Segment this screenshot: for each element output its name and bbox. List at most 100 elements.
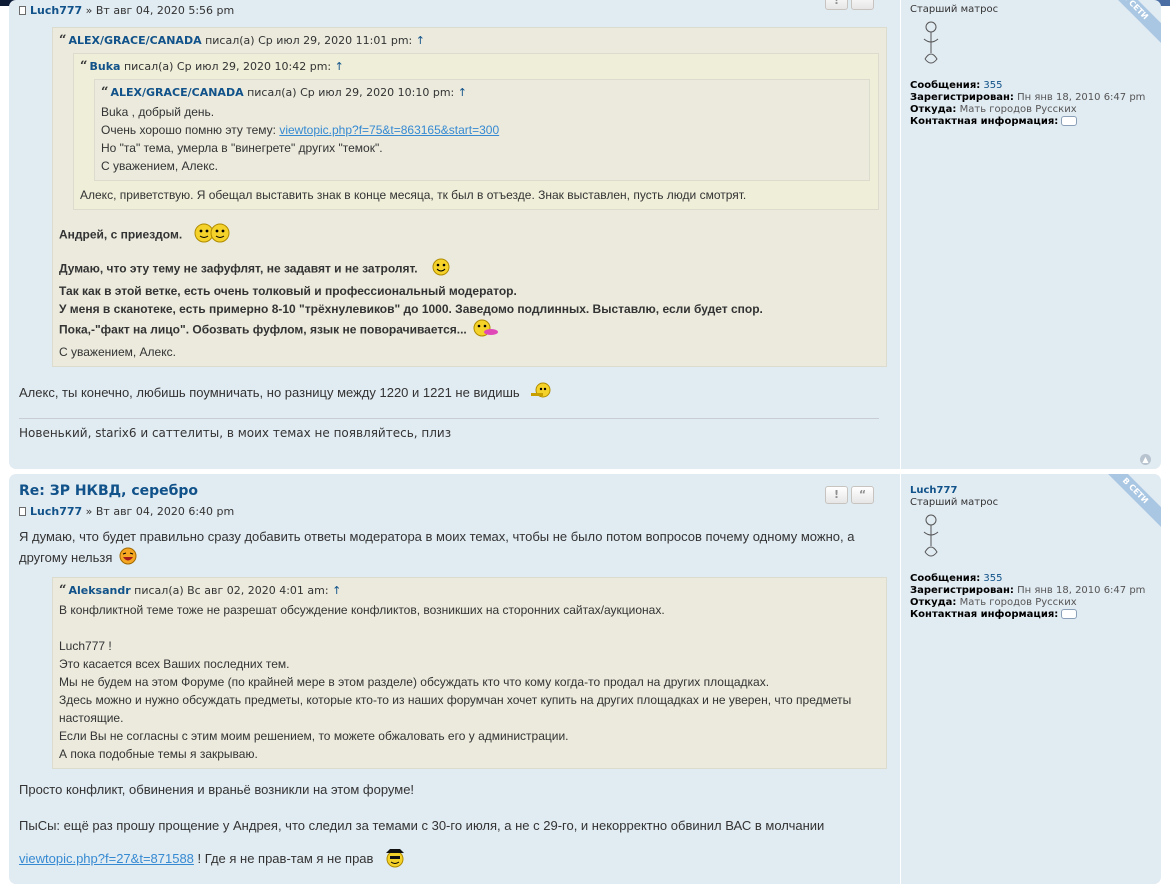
quote-text-span: Андрей, с приездом. bbox=[59, 227, 183, 242]
quote-meta: писал(а) Ср июл 29, 2020 10:42 pm: bbox=[123, 60, 332, 73]
thinking-smiley-icon bbox=[529, 381, 553, 406]
messages-link[interactable]: 355 bbox=[983, 573, 1002, 584]
registered-value: Пн янв 18, 2010 6:47 pm bbox=[1017, 92, 1146, 103]
registered-label: Зарегистрирован: bbox=[910, 92, 1014, 103]
quote-text: Luch777 ! bbox=[59, 639, 112, 653]
hug-smiley-icon bbox=[192, 220, 234, 251]
quote-icon: “ bbox=[101, 85, 109, 100]
quote-icon: “ bbox=[59, 33, 67, 48]
quote-text: Так как в этой ветке, есть очень толковы… bbox=[59, 284, 517, 298]
contact-label: Контактная информация: bbox=[910, 116, 1059, 127]
quote-icon: “ bbox=[80, 59, 88, 74]
quote-inner: “ALEX/GRACE/CANADA писал(а) Ср июл 29, 2… bbox=[94, 79, 870, 181]
quote-author-link[interactable]: ALEX/GRACE/CANADA bbox=[68, 34, 201, 47]
topic-link[interactable]: viewtopic.php?f=27&t=871588 bbox=[19, 851, 194, 866]
quote-outer: “ALEX/GRACE/CANADA писал(а) Ср июл 29, 2… bbox=[52, 27, 887, 367]
post-text-span: Алекс, ты конечно, любишь поумничать, но… bbox=[19, 384, 520, 400]
laugh-smiley-icon bbox=[118, 546, 138, 571]
quote-cite: “ALEX/GRACE/CANADA писал(а) Ср июл 29, 2… bbox=[101, 85, 863, 101]
post-title[interactable]: Re: ЗР НКВД, серебро bbox=[19, 482, 887, 500]
quote-author-link[interactable]: Aleksandr bbox=[68, 584, 130, 597]
quote-text-span: Очень хорошо помню эту тему: bbox=[101, 123, 276, 137]
quote-text: Это касается всех Ваших последних тем. bbox=[59, 657, 290, 671]
author-link[interactable]: Luch777 bbox=[30, 4, 82, 17]
quote-icon: “ bbox=[59, 583, 67, 598]
quote-author-link[interactable]: ALEX/GRACE/CANADA bbox=[110, 86, 243, 99]
post-text: Алекс, ты конечно, любишь поумничать, но… bbox=[19, 381, 887, 406]
quote-text: В конфликтной теме тоже не разрешат обсу… bbox=[59, 603, 665, 617]
post-1: ! “ Luch777 » Вт авг 04, 2020 5:56 pm “AL… bbox=[9, 0, 1161, 469]
rank-avatar-icon bbox=[923, 514, 939, 557]
contact-row: Контактная информация: bbox=[910, 116, 1161, 128]
author-link[interactable]: Luch777 bbox=[30, 505, 82, 518]
profile-info: Сообщения: 355 Зарегистрирован: Пн янв 1… bbox=[910, 573, 1161, 621]
registered-label: Зарегистрирован: bbox=[910, 585, 1014, 596]
signature: Новенький, starix6 и саттелиты, в моих т… bbox=[19, 418, 879, 441]
contact-icon[interactable] bbox=[1061, 116, 1078, 126]
quote-meta: писал(а) Ср июл 29, 2020 11:01 pm: bbox=[205, 34, 413, 47]
goto-post-arrow-icon[interactable]: ↑ bbox=[335, 60, 344, 73]
messages-label: Сообщения: bbox=[910, 573, 981, 584]
quote-text: С уважением, Алекс. bbox=[101, 159, 218, 173]
from-value: Мать городов Русских bbox=[959, 104, 1077, 115]
quote-text: Думаю, что эту тему не зафуфлят, не зада… bbox=[59, 257, 880, 282]
post-date: » Вт авг 04, 2020 6:40 pm bbox=[85, 505, 235, 518]
quote-author-link[interactable]: Buka bbox=[89, 60, 120, 73]
quote-mid: “Buka писал(а) Ср июл 29, 2020 10:42 pm:… bbox=[73, 53, 879, 210]
quote-text: Андрей, с приездом. bbox=[59, 220, 880, 251]
post-body: Re: ЗР НКВД, серебро Luch777 » Вт авг 04… bbox=[19, 482, 887, 874]
quote-meta: писал(а) Вс авг 02, 2020 4:01 am: bbox=[134, 584, 329, 597]
messages-row: Сообщения: 355 bbox=[910, 80, 1161, 92]
quote-moderator: “Aleksandr писал(а) Вс авг 02, 2020 4:01… bbox=[52, 577, 887, 769]
from-label: Откуда: bbox=[910, 104, 957, 115]
quote-text-span: Думаю, что эту тему не зафуфлят, не зада… bbox=[59, 261, 418, 276]
from-row: Откуда: Мать городов Русских bbox=[910, 597, 1161, 609]
goto-post-arrow-icon[interactable]: ↑ bbox=[416, 34, 425, 47]
quote-text: Buka , добрый день. bbox=[101, 105, 215, 119]
quote-meta: писал(а) Ср июл 29, 2020 10:10 pm: bbox=[247, 86, 455, 99]
post-icon[interactable] bbox=[19, 507, 26, 516]
contact-row: Контактная информация: bbox=[910, 609, 1161, 621]
profile-panel: В СЕТИ Luch777 Старший матрос Сообщения:… bbox=[900, 474, 1161, 884]
quote-text: Здесь можно и нужно обсуждать предметы, … bbox=[59, 693, 852, 725]
quote-text: Очень хорошо помню эту тему: viewtopic.p… bbox=[101, 121, 863, 139]
from-value: Мать городов Русских bbox=[959, 597, 1077, 608]
tongue-smiley-icon bbox=[472, 318, 500, 343]
back-to-top-icon[interactable]: ▲ bbox=[1140, 454, 1151, 465]
quote-text: Но "та" тема, умерла в "винегрете" други… bbox=[101, 141, 383, 155]
registered-row: Зарегистрирован: Пн янв 18, 2010 6:47 pm bbox=[910, 585, 1161, 597]
messages-label: Сообщения: bbox=[910, 80, 981, 91]
post-author-line: Luch777 » Вт авг 04, 2020 6:40 pm bbox=[19, 505, 887, 519]
post-body: Luch777 » Вт авг 04, 2020 5:56 pm “ALEX/… bbox=[19, 4, 887, 441]
profile-panel: В СЕТИ Старший матрос Сообщения: 355 Зар… bbox=[900, 0, 1161, 469]
post-text: viewtopic.php?f=27&t=871588 ! Где я не п… bbox=[19, 845, 887, 874]
registered-row: Зарегистрирован: Пн янв 18, 2010 6:47 pm bbox=[910, 92, 1161, 104]
wink-smiley-icon bbox=[431, 257, 451, 282]
goto-post-arrow-icon[interactable]: ↑ bbox=[332, 584, 341, 597]
quote-text: Алекс, приветствую. Я обещал выставить з… bbox=[80, 188, 747, 202]
post-text: Просто конфликт, обвинения и враньё возн… bbox=[19, 782, 415, 797]
post-date: » Вт авг 04, 2020 5:56 pm bbox=[85, 4, 235, 17]
quote-text: Пока,-"факт на лицо". Обозвать фуфлом, я… bbox=[59, 318, 880, 343]
quote-text: А пока подобные темы я закрываю. bbox=[59, 747, 258, 761]
quote-text: Мы не будем на этом Форуме (по крайней м… bbox=[59, 675, 770, 689]
post-text-span: ! Где я не прав-там я не прав bbox=[197, 850, 374, 866]
contact-icon[interactable] bbox=[1061, 609, 1078, 619]
hat-smiley-icon bbox=[383, 845, 407, 874]
post-icon[interactable] bbox=[19, 6, 26, 15]
post-text: Я думаю, что будет правильно сразу добав… bbox=[19, 528, 879, 571]
messages-row: Сообщения: 355 bbox=[910, 573, 1161, 585]
quote-text-span: Пока,-"факт на лицо". Обозвать фуфлом, я… bbox=[59, 322, 467, 337]
goto-post-arrow-icon[interactable]: ↑ bbox=[458, 86, 467, 99]
quote-text: Если Вы не согласны с этим моим решением… bbox=[59, 729, 569, 743]
quote-text: У меня в сканотеке, есть примерно 8-10 "… bbox=[59, 302, 763, 316]
post-author-line: Luch777 » Вт авг 04, 2020 5:56 pm bbox=[19, 4, 887, 18]
post-content: Я думаю, что будет правильно сразу добав… bbox=[19, 528, 887, 874]
messages-link[interactable]: 355 bbox=[983, 80, 1002, 91]
contact-label: Контактная информация: bbox=[910, 609, 1059, 620]
post-text-span: Я думаю, что будет правильно сразу добав… bbox=[19, 529, 855, 565]
quote-cite: “Buka писал(а) Ср июл 29, 2020 10:42 pm:… bbox=[80, 59, 872, 75]
post-content: “ALEX/GRACE/CANADA писал(а) Ср июл 29, 2… bbox=[19, 27, 887, 406]
post-text: ПыСы: ещё раз прошу прощение у Андрея, ч… bbox=[19, 818, 825, 833]
topic-link[interactable]: viewtopic.php?f=75&t=863165&start=300 bbox=[279, 123, 499, 137]
